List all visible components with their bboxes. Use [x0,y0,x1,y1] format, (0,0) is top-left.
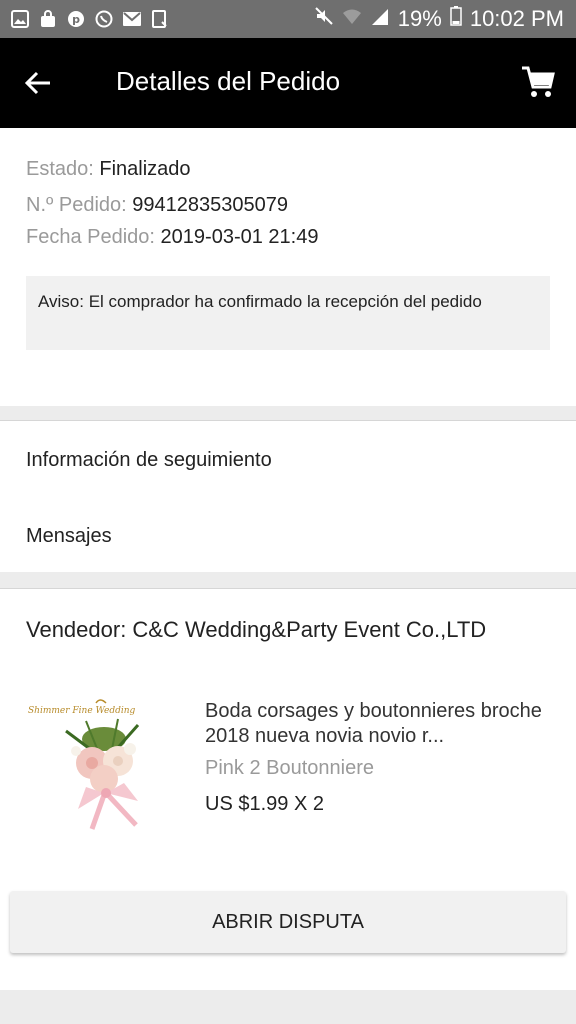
page-title: Detalles del Pedido [116,66,341,96]
wifi-icon [342,6,362,32]
order-status: Estado: Finalizado [26,158,191,180]
battery-icon [450,6,462,32]
product-variant: Pink 2 Boutonniere [205,757,375,779]
app-bar: Detalles del Pedido [0,38,576,128]
open-dispute-button[interactable]: ABRIR DISPUTA [10,891,566,953]
vendor-section: Vendedor: C&C Wedding&Party Event Co.,LT… [0,588,576,990]
order-summary: Estado: Finalizado N.º Pedido: 994128353… [0,128,576,406]
svg-text:Shimmer Fine Wedding: Shimmer Fine Wedding [28,706,136,716]
order-links: Información de seguimiento Mensajes [0,420,576,572]
gallery-icon [10,9,30,29]
pinterest-icon: p [66,9,86,29]
clipboard-icon [150,9,170,29]
signal-icon [370,6,390,32]
battery-percent: 19% [397,6,442,31]
whatsapp-icon [94,9,114,29]
messages-link[interactable]: Mensajes [26,525,112,548]
vendor-name[interactable]: Vendedor: C&C Wedding&Party Event Co.,LT… [26,617,486,643]
tracking-info-link[interactable]: Información de seguimiento [26,449,272,472]
cart-icon[interactable] [520,64,556,100]
mail-icon [122,9,142,29]
status-bar: p 19% 10:02 PM [0,0,576,38]
clock: 10:02 PM [469,6,564,31]
product-image[interactable]: Shimmer Fine Wedding [26,691,176,841]
mute-icon [314,6,334,32]
order-number: N.º Pedido: 99412835305079 [26,194,288,216]
store-icon [38,9,58,29]
product-price: US $1.99 X 2 [205,793,324,815]
product-name[interactable]: Boda corsages y boutonnieres broche 2018… [205,699,550,749]
order-notice: Aviso: El comprador ha confirmado la rec… [26,276,550,350]
order-date: Fecha Pedido: 2019-03-01 21:49 [26,226,319,248]
svg-text:p: p [72,13,80,26]
back-arrow-icon[interactable] [22,66,56,100]
